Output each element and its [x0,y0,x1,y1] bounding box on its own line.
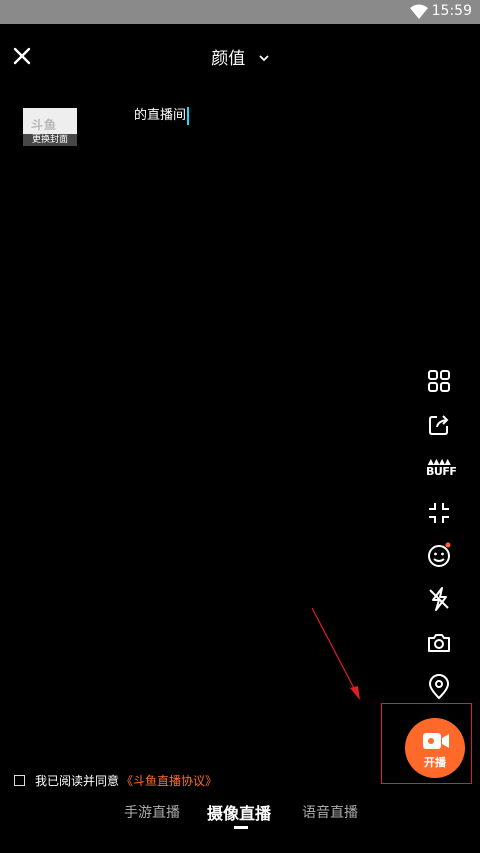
top-bar: 颜值 [0,24,480,88]
status-bar: 15:59 [0,0,480,24]
cover-image[interactable]: 斗鱼 更换封面 [23,108,77,146]
location-button[interactable] [426,674,452,700]
start-live-button[interactable]: 开播 [405,718,465,778]
agreement-link[interactable]: 《斗鱼直播协议》 [121,772,217,789]
agreement-text: 我已阅读并同意 [35,774,120,788]
flip-camera-button[interactable] [426,630,452,656]
tab-voice-live[interactable]: 语音直播 [302,802,358,822]
category-label: 颜值 [211,49,246,69]
flash-button[interactable] [426,586,452,612]
video-camera-icon [423,733,449,749]
mode-tabs: 手游直播 摄像直播 语音直播 [0,800,480,832]
wifi-icon [410,4,428,19]
shrink-button[interactable] [426,500,452,526]
agreement-checkbox[interactable] [14,775,25,786]
grid-button[interactable] [426,368,452,394]
share-icon [429,415,449,435]
share-button[interactable] [426,412,452,438]
grid-icon [428,370,450,392]
shrink-icon [429,503,449,523]
beauty-button[interactable] [426,542,452,568]
room-title-input[interactable]: 的直播间 [134,104,190,125]
location-icon [428,674,450,700]
buff-button[interactable]: ▲▲▲▲ BUFF [426,457,457,484]
change-cover-label: 更换封面 [23,134,77,146]
active-tab-indicator [234,826,248,829]
start-live-label: 开播 [424,756,446,769]
text-cursor [187,106,190,125]
flash-off-icon [429,587,449,611]
chevron-down-icon [259,47,269,67]
flip-camera-icon [428,634,450,652]
douyu-logo: 斗鱼 [31,118,58,132]
tab-mobile-game-live[interactable]: 手游直播 [124,802,180,822]
buff-icon: ▲▲▲▲ BUFF [426,457,457,478]
agreement-row: 我已阅读并同意 《斗鱼直播协议》 [14,772,217,789]
category-selector[interactable]: 颜值 [0,44,480,69]
status-time: 15:59 [431,3,472,19]
tab-camera-live[interactable]: 摄像直播 [207,800,271,824]
annotation-arrow [311,607,360,700]
beauty-face-icon [428,542,451,567]
room-title-text: 的直播间 [134,108,187,123]
